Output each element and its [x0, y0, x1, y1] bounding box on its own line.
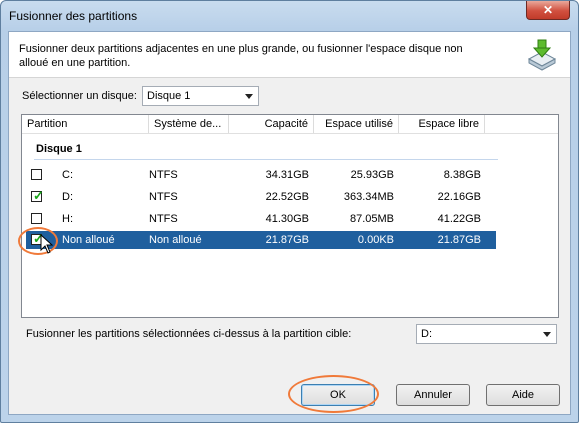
used-space: 87.05MB — [349, 213, 394, 225]
merge-partition-icon — [527, 39, 557, 71]
description-text: Fusionner deux partitions adjacentes en … — [19, 43, 463, 69]
column-partition[interactable]: Partition — [22, 115, 149, 133]
mouse-pointer-icon — [40, 234, 54, 254]
target-partition-label: Fusionner les partitions sélectionnées c… — [26, 328, 352, 340]
partition-name: Non alloué — [62, 234, 115, 246]
check-icon: ✓ — [33, 188, 44, 203]
table-row[interactable]: H: NTFS 41.30GB 87.05MB 41.22GB — [26, 210, 496, 228]
group-header-disk: Disque 1 — [36, 143, 82, 155]
chevron-down-icon — [543, 332, 551, 337]
help-button[interactable]: Aide — [486, 384, 560, 406]
column-filesystem[interactable]: Système de... — [149, 115, 229, 133]
disk-dropdown-value: Disque 1 — [147, 90, 191, 102]
capacity: 41.30GB — [265, 213, 309, 225]
partition-name: C: — [62, 169, 73, 181]
disk-dropdown[interactable]: Disque 1 — [142, 86, 259, 106]
used-space: 25.93GB — [350, 169, 394, 181]
column-used[interactable]: Espace utilisé — [314, 115, 399, 133]
target-partition-value: D: — [421, 328, 432, 340]
dialog-client-area: Fusionner deux partitions adjacentes en … — [8, 31, 571, 415]
group-divider — [34, 159, 498, 160]
window-title: Fusionner des partitions — [9, 9, 138, 23]
description-panel: Fusionner deux partitions adjacentes en … — [9, 32, 570, 78]
partition-checkbox[interactable]: ✓ — [31, 188, 44, 203]
target-partition-dropdown[interactable]: D: — [416, 324, 557, 344]
partition-checkbox[interactable] — [31, 169, 42, 180]
capacity: 34.31GB — [265, 169, 309, 181]
partition-list[interactable]: Partition Système de... Capacité Espace … — [21, 114, 559, 318]
free-space: 22.16GB — [437, 191, 481, 203]
merge-partitions-window: Fusionner des partitions ✕ Fusionner deu… — [0, 0, 579, 423]
partition-checkbox[interactable] — [31, 213, 42, 224]
used-space: 363.34MB — [343, 191, 394, 203]
column-free[interactable]: Espace libre — [399, 115, 485, 133]
close-icon: ✕ — [542, 3, 554, 17]
table-row[interactable]: ✓ D: NTFS 22.52GB 363.34MB 22.16GB — [26, 188, 496, 206]
used-space: 0.00KB — [357, 234, 394, 246]
table-row[interactable]: C: NTFS 34.31GB 25.93GB 8.38GB — [26, 166, 496, 184]
column-capacity[interactable]: Capacité — [229, 115, 314, 133]
list-header: Partition Système de... Capacité Espace … — [22, 115, 558, 134]
free-space: 41.22GB — [437, 213, 481, 225]
partition-name: H: — [62, 213, 73, 225]
cancel-button[interactable]: Annuler — [396, 384, 470, 406]
close-button[interactable]: ✕ — [526, 1, 570, 20]
capacity: 22.52GB — [265, 191, 309, 203]
filesystem: NTFS — [149, 191, 178, 203]
filesystem: NTFS — [149, 169, 178, 181]
filesystem: Non alloué — [149, 234, 202, 246]
free-space: 8.38GB — [443, 169, 481, 181]
table-row-selected[interactable]: ✓ Non alloué Non alloué 21.87GB 0.00KB 2… — [26, 231, 496, 249]
disk-select-label: Sélectionner un disque: — [22, 90, 137, 102]
title-bar: Fusionner des partitions ✕ — [1, 1, 578, 31]
capacity: 21.87GB — [265, 234, 309, 246]
free-space: 21.87GB — [437, 234, 481, 246]
chevron-down-icon — [245, 94, 253, 99]
partition-name: D: — [62, 191, 73, 203]
filesystem: NTFS — [149, 213, 178, 225]
ok-highlight-ring — [288, 375, 379, 413]
